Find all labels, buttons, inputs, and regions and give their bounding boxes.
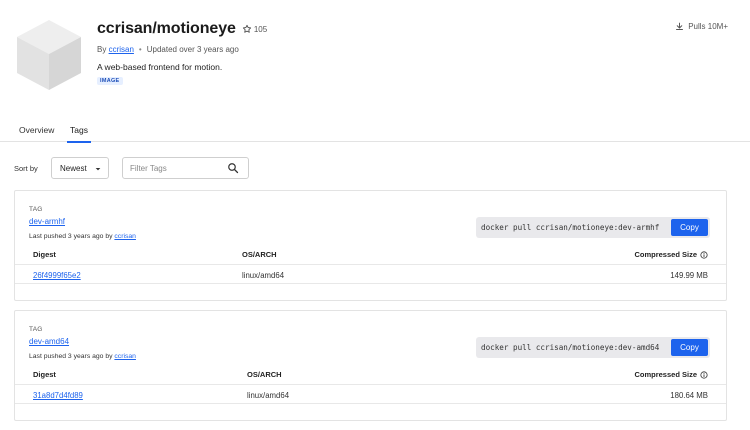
tag-card: TAG dev-amd64 Last pushed 3 years ago by… <box>14 310 727 421</box>
filter-tags-input[interactable] <box>130 158 230 178</box>
star-icon <box>242 24 251 33</box>
column-os-arch: OS/ARCH <box>247 370 282 379</box>
pull-command-box: docker pull ccrisan/motioneye:dev-armhf … <box>476 217 710 238</box>
size-value: 149.99 MB <box>670 271 708 280</box>
pushed-by-link[interactable]: ccrisan <box>114 353 136 360</box>
pull-command[interactable]: docker pull ccrisan/motioneye:dev-armhf <box>476 223 671 232</box>
tab-tags[interactable]: Tags <box>67 125 91 143</box>
last-pushed-text: Last pushed 3 years ago by <box>29 233 113 240</box>
column-size-label: Compressed Size <box>634 250 697 259</box>
last-pushed: Last pushed 3 years ago by ccrisan <box>29 233 136 240</box>
tab-bar: Overview Tags <box>0 120 750 143</box>
os-arch-value: linux/amd64 <box>247 391 290 400</box>
tab-overview[interactable]: Overview <box>19 125 54 135</box>
column-compressed-size: Compressed Size <box>634 250 708 259</box>
sort-label: Sort by <box>14 164 38 173</box>
tag-card: TAG dev-armhf Last pushed 3 years ago by… <box>14 190 727 301</box>
column-compressed-size: Compressed Size <box>634 370 708 379</box>
pushed-by-link[interactable]: ccrisan <box>114 233 136 240</box>
search-icon[interactable] <box>227 162 239 174</box>
column-digest: Digest <box>33 250 56 259</box>
image-badge: IMAGE <box>97 77 123 85</box>
by-prefix: By <box>97 45 107 54</box>
tag-label: TAG <box>29 206 43 213</box>
info-icon[interactable] <box>700 370 708 379</box>
table-header: Digest OS/ARCH Compressed Size <box>15 367 726 385</box>
size-value: 180.64 MB <box>670 391 708 400</box>
repo-name: ccrisan/motioneye <box>97 20 236 37</box>
star-count[interactable]: 105 <box>242 24 267 34</box>
repo-description: A web-based frontend for motion. <box>97 62 223 72</box>
digest-link[interactable]: 31a8d7d4fd89 <box>33 391 83 400</box>
pull-command[interactable]: docker pull ccrisan/motioneye:dev-amd64 <box>476 343 671 352</box>
pull-command-box: docker pull ccrisan/motioneye:dev-amd64 … <box>476 337 710 358</box>
last-pushed-text: Last pushed 3 years ago by <box>29 353 113 360</box>
info-icon[interactable] <box>700 250 708 259</box>
table-row: 26f4999f65e2 linux/amd64 149.99 MB <box>15 266 726 284</box>
tag-name-link[interactable]: dev-armhf <box>29 217 65 226</box>
os-arch-value: linux/amd64 <box>242 271 285 280</box>
tag-label: TAG <box>29 326 43 333</box>
digest-link[interactable]: 26f4999f65e2 <box>33 271 81 280</box>
table-header: Digest OS/ARCH Compressed Size <box>15 247 726 265</box>
copy-button[interactable]: Copy <box>671 339 708 356</box>
sort-value: Newest <box>60 163 87 173</box>
pulls-count: Pulls 10M+ <box>675 22 728 31</box>
updated-text: Updated over 3 years ago <box>146 45 239 54</box>
column-size-label: Compressed Size <box>634 370 697 379</box>
author-link[interactable]: ccrisan <box>109 45 134 54</box>
column-os-arch: OS/ARCH <box>242 250 277 259</box>
download-icon <box>676 22 684 30</box>
star-count-value: 105 <box>253 24 268 34</box>
filter-tags-field[interactable] <box>122 157 249 179</box>
chevron-down-icon <box>95 168 101 171</box>
tag-name-link[interactable]: dev-amd64 <box>29 337 69 346</box>
repo-header: ccrisan/motioneye 105 <box>97 20 267 38</box>
separator-dot: • <box>138 45 142 54</box>
last-pushed: Last pushed 3 years ago by ccrisan <box>29 353 136 360</box>
sort-dropdown[interactable]: Newest <box>51 157 109 179</box>
table-row: 31a8d7d4fd89 linux/amd64 180.64 MB <box>15 386 726 404</box>
pulls-value: Pulls 10M+ <box>688 22 728 31</box>
column-digest: Digest <box>33 370 56 379</box>
byline: By ccrisan • Updated over 3 years ago <box>97 45 239 54</box>
repo-cube-icon <box>15 18 83 92</box>
copy-button[interactable]: Copy <box>671 219 708 236</box>
